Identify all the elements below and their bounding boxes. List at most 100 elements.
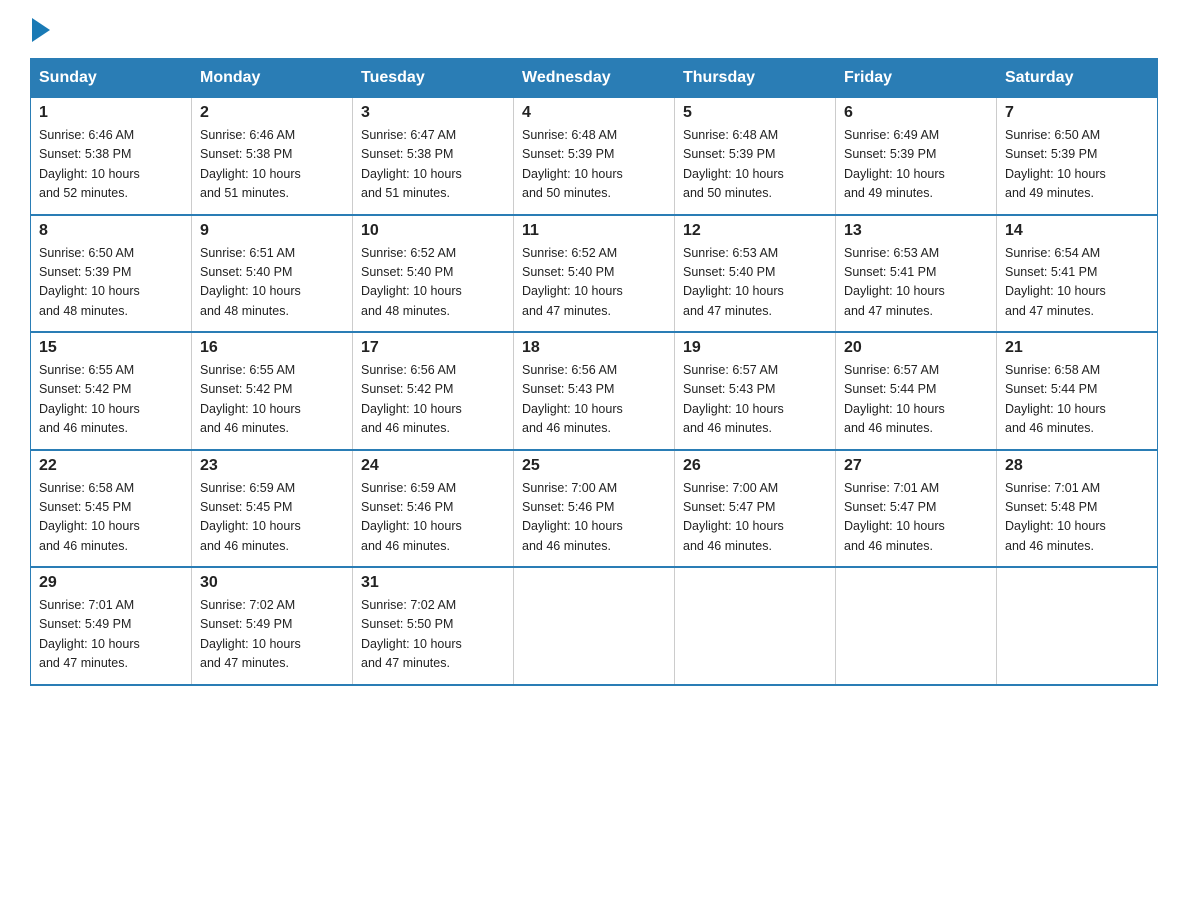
day-number: 2: [200, 104, 344, 122]
calendar-cell: [514, 567, 675, 685]
calendar-cell: 23 Sunrise: 6:59 AMSunset: 5:45 PMDaylig…: [192, 450, 353, 568]
day-info: Sunrise: 6:59 AMSunset: 5:46 PMDaylight:…: [361, 479, 505, 557]
day-info: Sunrise: 7:02 AMSunset: 5:49 PMDaylight:…: [200, 596, 344, 674]
calendar-cell: 25 Sunrise: 7:00 AMSunset: 5:46 PMDaylig…: [514, 450, 675, 568]
day-info: Sunrise: 6:46 AMSunset: 5:38 PMDaylight:…: [39, 126, 183, 204]
day-info: Sunrise: 7:01 AMSunset: 5:49 PMDaylight:…: [39, 596, 183, 674]
logo-arrow-icon: [32, 18, 50, 42]
calendar-cell: 16 Sunrise: 6:55 AMSunset: 5:42 PMDaylig…: [192, 332, 353, 450]
day-info: Sunrise: 6:56 AMSunset: 5:43 PMDaylight:…: [522, 361, 666, 439]
day-info: Sunrise: 6:59 AMSunset: 5:45 PMDaylight:…: [200, 479, 344, 557]
calendar-week-row: 22 Sunrise: 6:58 AMSunset: 5:45 PMDaylig…: [31, 450, 1158, 568]
calendar-cell: 27 Sunrise: 7:01 AMSunset: 5:47 PMDaylig…: [836, 450, 997, 568]
calendar-cell: 2 Sunrise: 6:46 AMSunset: 5:38 PMDayligh…: [192, 98, 353, 215]
day-number: 13: [844, 222, 988, 240]
calendar-week-row: 8 Sunrise: 6:50 AMSunset: 5:39 PMDayligh…: [31, 215, 1158, 333]
calendar-cell: 9 Sunrise: 6:51 AMSunset: 5:40 PMDayligh…: [192, 215, 353, 333]
calendar-cell: 26 Sunrise: 7:00 AMSunset: 5:47 PMDaylig…: [675, 450, 836, 568]
day-info: Sunrise: 6:48 AMSunset: 5:39 PMDaylight:…: [522, 126, 666, 204]
calendar-cell: 30 Sunrise: 7:02 AMSunset: 5:49 PMDaylig…: [192, 567, 353, 685]
col-friday: Friday: [836, 59, 997, 98]
day-number: 12: [683, 222, 827, 240]
col-wednesday: Wednesday: [514, 59, 675, 98]
calendar-header: Sunday Monday Tuesday Wednesday Thursday…: [31, 59, 1158, 98]
calendar-cell: 4 Sunrise: 6:48 AMSunset: 5:39 PMDayligh…: [514, 98, 675, 215]
day-info: Sunrise: 6:57 AMSunset: 5:43 PMDaylight:…: [683, 361, 827, 439]
calendar-cell: 31 Sunrise: 7:02 AMSunset: 5:50 PMDaylig…: [353, 567, 514, 685]
day-info: Sunrise: 6:47 AMSunset: 5:38 PMDaylight:…: [361, 126, 505, 204]
day-number: 11: [522, 222, 666, 240]
day-number: 25: [522, 457, 666, 475]
calendar-cell: [675, 567, 836, 685]
col-tuesday: Tuesday: [353, 59, 514, 98]
day-info: Sunrise: 6:51 AMSunset: 5:40 PMDaylight:…: [200, 244, 344, 322]
day-number: 5: [683, 104, 827, 122]
day-number: 16: [200, 339, 344, 357]
col-monday: Monday: [192, 59, 353, 98]
calendar-cell: [997, 567, 1158, 685]
col-saturday: Saturday: [997, 59, 1158, 98]
calendar-cell: 13 Sunrise: 6:53 AMSunset: 5:41 PMDaylig…: [836, 215, 997, 333]
day-number: 22: [39, 457, 183, 475]
calendar-cell: 28 Sunrise: 7:01 AMSunset: 5:48 PMDaylig…: [997, 450, 1158, 568]
day-number: 7: [1005, 104, 1149, 122]
day-number: 26: [683, 457, 827, 475]
calendar-body: 1 Sunrise: 6:46 AMSunset: 5:38 PMDayligh…: [31, 98, 1158, 685]
day-info: Sunrise: 7:01 AMSunset: 5:47 PMDaylight:…: [844, 479, 988, 557]
day-number: 8: [39, 222, 183, 240]
day-number: 28: [1005, 457, 1149, 475]
logo: [30, 20, 50, 40]
day-info: Sunrise: 6:48 AMSunset: 5:39 PMDaylight:…: [683, 126, 827, 204]
calendar-table: Sunday Monday Tuesday Wednesday Thursday…: [30, 58, 1158, 686]
logo-top: [30, 20, 50, 42]
calendar-cell: 20 Sunrise: 6:57 AMSunset: 5:44 PMDaylig…: [836, 332, 997, 450]
day-info: Sunrise: 6:58 AMSunset: 5:45 PMDaylight:…: [39, 479, 183, 557]
day-info: Sunrise: 6:50 AMSunset: 5:39 PMDaylight:…: [39, 244, 183, 322]
day-info: Sunrise: 7:00 AMSunset: 5:46 PMDaylight:…: [522, 479, 666, 557]
day-number: 9: [200, 222, 344, 240]
day-number: 1: [39, 104, 183, 122]
day-number: 17: [361, 339, 505, 357]
calendar-cell: 24 Sunrise: 6:59 AMSunset: 5:46 PMDaylig…: [353, 450, 514, 568]
day-info: Sunrise: 6:53 AMSunset: 5:40 PMDaylight:…: [683, 244, 827, 322]
day-number: 3: [361, 104, 505, 122]
day-info: Sunrise: 6:52 AMSunset: 5:40 PMDaylight:…: [361, 244, 505, 322]
day-number: 15: [39, 339, 183, 357]
calendar-week-row: 1 Sunrise: 6:46 AMSunset: 5:38 PMDayligh…: [31, 98, 1158, 215]
calendar-cell: [836, 567, 997, 685]
calendar-cell: 5 Sunrise: 6:48 AMSunset: 5:39 PMDayligh…: [675, 98, 836, 215]
header-row: Sunday Monday Tuesday Wednesday Thursday…: [31, 59, 1158, 98]
calendar-cell: 6 Sunrise: 6:49 AMSunset: 5:39 PMDayligh…: [836, 98, 997, 215]
day-info: Sunrise: 6:57 AMSunset: 5:44 PMDaylight:…: [844, 361, 988, 439]
col-sunday: Sunday: [31, 59, 192, 98]
day-number: 27: [844, 457, 988, 475]
day-number: 21: [1005, 339, 1149, 357]
day-number: 10: [361, 222, 505, 240]
calendar-cell: 17 Sunrise: 6:56 AMSunset: 5:42 PMDaylig…: [353, 332, 514, 450]
day-number: 14: [1005, 222, 1149, 240]
day-number: 18: [522, 339, 666, 357]
calendar-cell: 19 Sunrise: 6:57 AMSunset: 5:43 PMDaylig…: [675, 332, 836, 450]
day-info: Sunrise: 7:02 AMSunset: 5:50 PMDaylight:…: [361, 596, 505, 674]
day-info: Sunrise: 6:58 AMSunset: 5:44 PMDaylight:…: [1005, 361, 1149, 439]
calendar-cell: 18 Sunrise: 6:56 AMSunset: 5:43 PMDaylig…: [514, 332, 675, 450]
day-number: 6: [844, 104, 988, 122]
calendar-week-row: 15 Sunrise: 6:55 AMSunset: 5:42 PMDaylig…: [31, 332, 1158, 450]
page-header: [30, 20, 1158, 40]
calendar-cell: 10 Sunrise: 6:52 AMSunset: 5:40 PMDaylig…: [353, 215, 514, 333]
day-info: Sunrise: 6:56 AMSunset: 5:42 PMDaylight:…: [361, 361, 505, 439]
day-info: Sunrise: 7:00 AMSunset: 5:47 PMDaylight:…: [683, 479, 827, 557]
day-number: 29: [39, 574, 183, 592]
day-info: Sunrise: 6:54 AMSunset: 5:41 PMDaylight:…: [1005, 244, 1149, 322]
calendar-week-row: 29 Sunrise: 7:01 AMSunset: 5:49 PMDaylig…: [31, 567, 1158, 685]
calendar-cell: 22 Sunrise: 6:58 AMSunset: 5:45 PMDaylig…: [31, 450, 192, 568]
day-info: Sunrise: 7:01 AMSunset: 5:48 PMDaylight:…: [1005, 479, 1149, 557]
day-info: Sunrise: 6:50 AMSunset: 5:39 PMDaylight:…: [1005, 126, 1149, 204]
day-info: Sunrise: 6:46 AMSunset: 5:38 PMDaylight:…: [200, 126, 344, 204]
calendar-cell: 7 Sunrise: 6:50 AMSunset: 5:39 PMDayligh…: [997, 98, 1158, 215]
calendar-cell: 8 Sunrise: 6:50 AMSunset: 5:39 PMDayligh…: [31, 215, 192, 333]
calendar-cell: 15 Sunrise: 6:55 AMSunset: 5:42 PMDaylig…: [31, 332, 192, 450]
day-number: 31: [361, 574, 505, 592]
day-number: 19: [683, 339, 827, 357]
calendar-cell: 11 Sunrise: 6:52 AMSunset: 5:40 PMDaylig…: [514, 215, 675, 333]
